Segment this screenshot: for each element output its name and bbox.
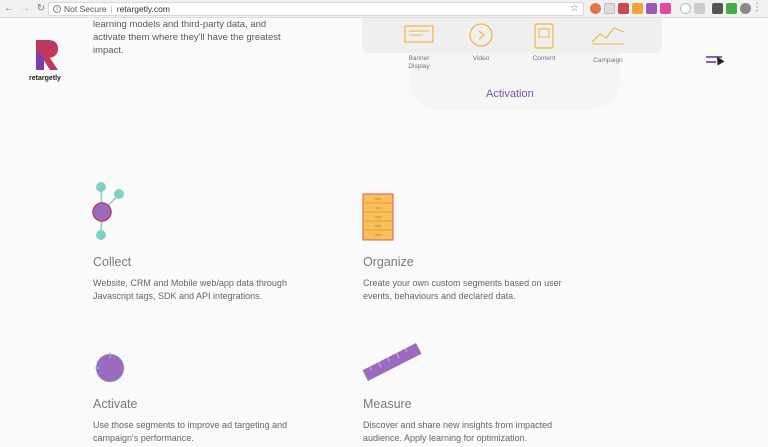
video-play-icon [469,23,493,47]
media-label: Banner Display [408,55,430,70]
browser-toolbar: ← → ↻ i Not Secure | retargetly.com ☆ ⋮ [0,0,768,18]
media-label: Campaign [593,57,623,64]
feature-measure: Measure Discover and share new insights … [363,397,578,444]
extension-icon-9[interactable] [712,3,723,14]
security-status: Not Secure [64,4,107,14]
extension-icon-6[interactable] [660,3,671,14]
reload-icon[interactable]: ↻ [34,2,48,16]
feature-organize: Organize Create your own custom segments… [363,255,578,302]
file-cabinet-icon [362,193,394,241]
intro-text: learning models and third-party data, an… [93,19,281,56]
feature-description: Use those segments to improve ad targeti… [93,420,288,443]
feature-title: Collect [93,255,132,269]
content-tablet-icon [534,23,554,49]
info-icon[interactable]: i [53,5,61,13]
media-item-campaign: Campaign [588,22,628,65]
extension-icon-7[interactable] [680,3,691,14]
extension-icon-11[interactable] [740,3,751,14]
campaign-chart-icon [591,27,625,45]
media-item-content: Content [524,22,564,63]
feature-title: Activate [93,397,138,411]
extension-icon-1[interactable] [590,3,601,14]
retargetly-logo-icon[interactable] [30,38,62,72]
feature-activate: Activate Use those segments to improve a… [93,397,308,444]
target-circle-icon [94,352,125,383]
extension-icon-10[interactable] [726,3,737,14]
bookmark-star-icon[interactable]: ☆ [570,3,579,14]
extension-icon-4[interactable] [632,3,643,14]
feature-description: Discover and share new insights from imp… [363,420,553,443]
extension-icon-2[interactable] [604,3,615,14]
feature-description: Create your own custom segments based on… [363,278,562,301]
feature-title: Organize [363,255,414,269]
activation-heading: Activation [486,88,534,100]
address-bar[interactable]: i Not Secure | retargetly.com ☆ [48,2,584,16]
media-item-video: Video [461,22,501,63]
feature-title: Measure [363,397,412,411]
media-label: Video [472,55,490,62]
feature-description: Website, CRM and Mobile web/app data thr… [93,278,287,301]
browser-menu-icon[interactable]: ⋮ [752,2,762,13]
media-label: Content [532,55,556,62]
back-icon[interactable]: ← [2,2,16,16]
url-text: retargetly.com [116,4,170,14]
ruler-icon [362,343,422,381]
feature-collect: Collect Website, CRM and Mobile web/app … [93,255,308,302]
forward-icon[interactable]: → [18,2,32,16]
media-item-banner: Banner Display [399,22,439,71]
network-nodes-icon [92,182,124,240]
extension-icon-8[interactable] [694,3,705,14]
extension-icon-5[interactable] [646,3,657,14]
banner-icon [404,25,434,43]
logo-text: retargetly [29,75,61,82]
extension-icon-3[interactable] [618,3,629,14]
